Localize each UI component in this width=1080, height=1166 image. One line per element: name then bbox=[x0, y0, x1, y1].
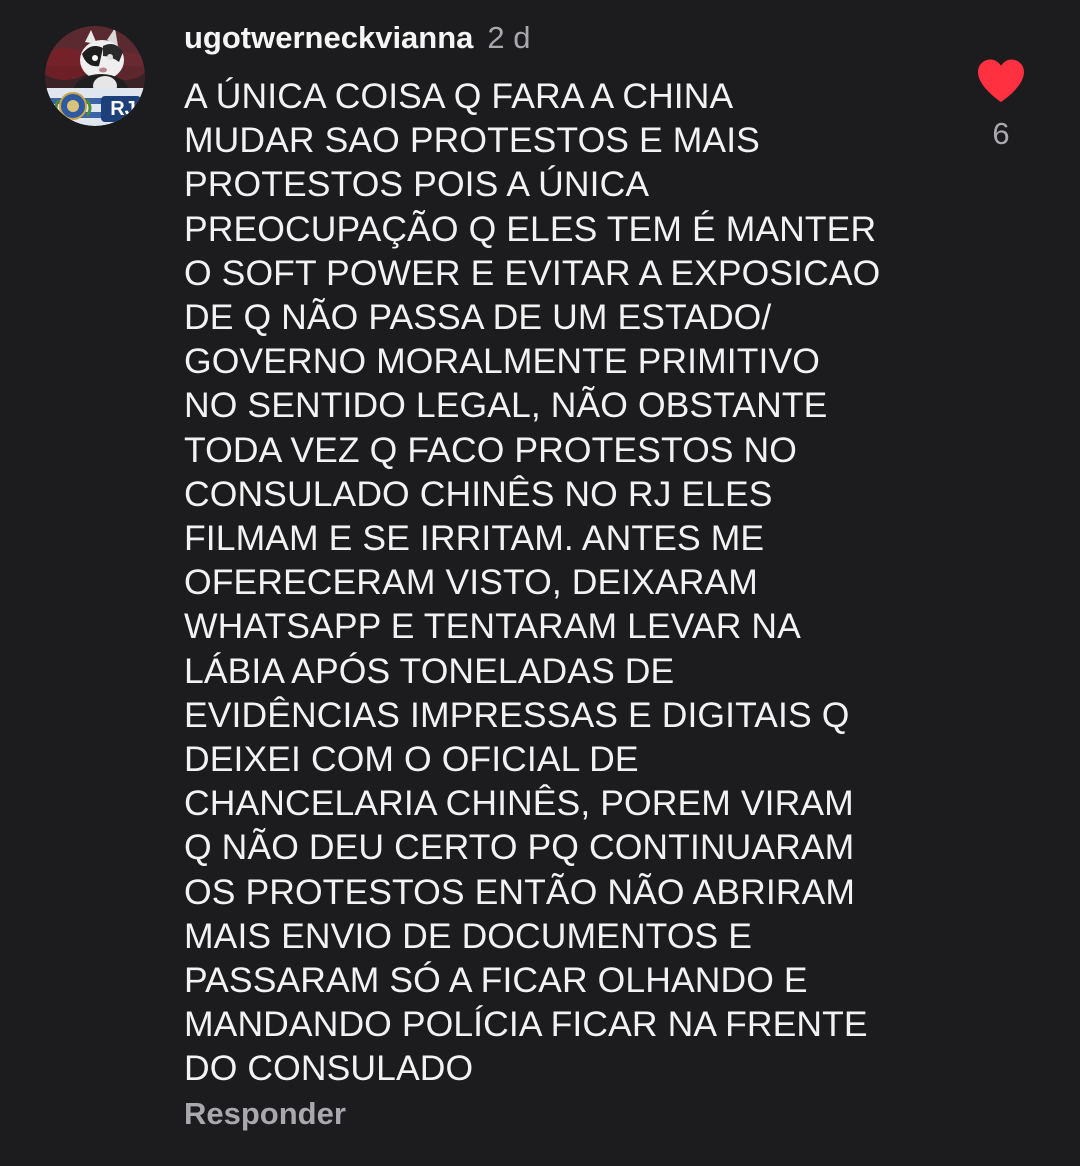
comment-header: ugotwerneckvianna 2 d bbox=[184, 16, 531, 60]
avatar-image: RJ bbox=[45, 26, 145, 126]
reply-button[interactable]: Responder bbox=[184, 1096, 346, 1132]
timestamp: 2 d bbox=[487, 20, 531, 55]
avatar-badge-text: RJ bbox=[110, 98, 136, 120]
avatar[interactable]: RJ bbox=[45, 26, 145, 126]
username[interactable]: ugotwerneckvianna bbox=[184, 20, 473, 56]
comment-text: A ÚNICA COISA Q FARA A CHINA MUDAR SAO P… bbox=[184, 76, 881, 1089]
comment-item: RJ ugotwerneckvianna 2 d A ÚNICA COISA Q… bbox=[0, 0, 1080, 1166]
heart-icon bbox=[978, 59, 1024, 102]
like-button[interactable] bbox=[976, 58, 1026, 104]
like-count: 6 bbox=[992, 116, 1010, 151]
